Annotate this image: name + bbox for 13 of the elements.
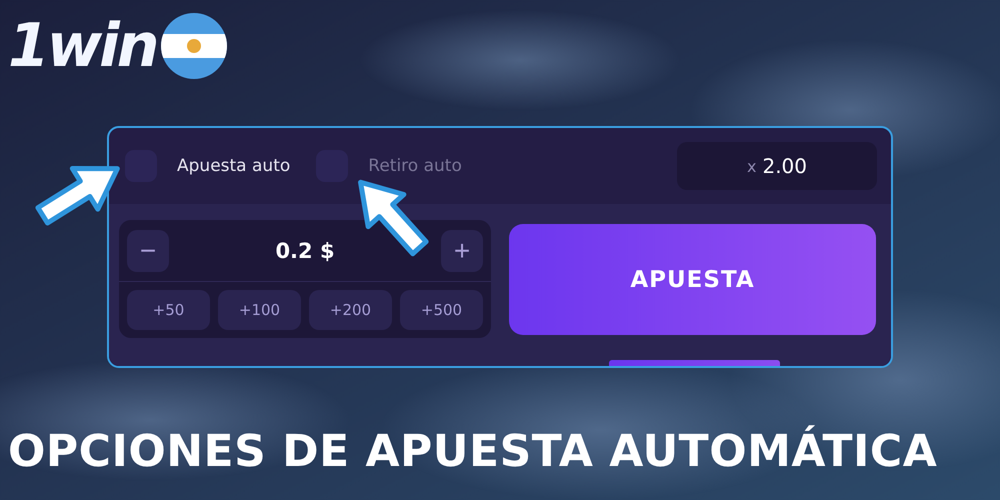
bet-button[interactable]: APUESTA [509,224,876,335]
option-label: Apuesta auto [177,156,290,176]
minus-button[interactable]: − [127,230,169,272]
plus-button[interactable]: + [441,230,483,272]
quick-amount-button[interactable]: +200 [309,290,392,330]
stake-amount: 0.2 $ [275,238,335,262]
quick-amount-button[interactable]: +50 [127,290,210,330]
quick-amount-button[interactable]: +100 [218,290,301,330]
multiplier-field[interactable]: x 2.00 [677,142,877,190]
logo: 1win [8,16,156,76]
caption: OPCIONES DE APUESTA AUTOMÁTICA [8,426,938,477]
quick-amount-button[interactable]: +500 [400,290,483,330]
option-label: Retiro auto [368,156,462,176]
